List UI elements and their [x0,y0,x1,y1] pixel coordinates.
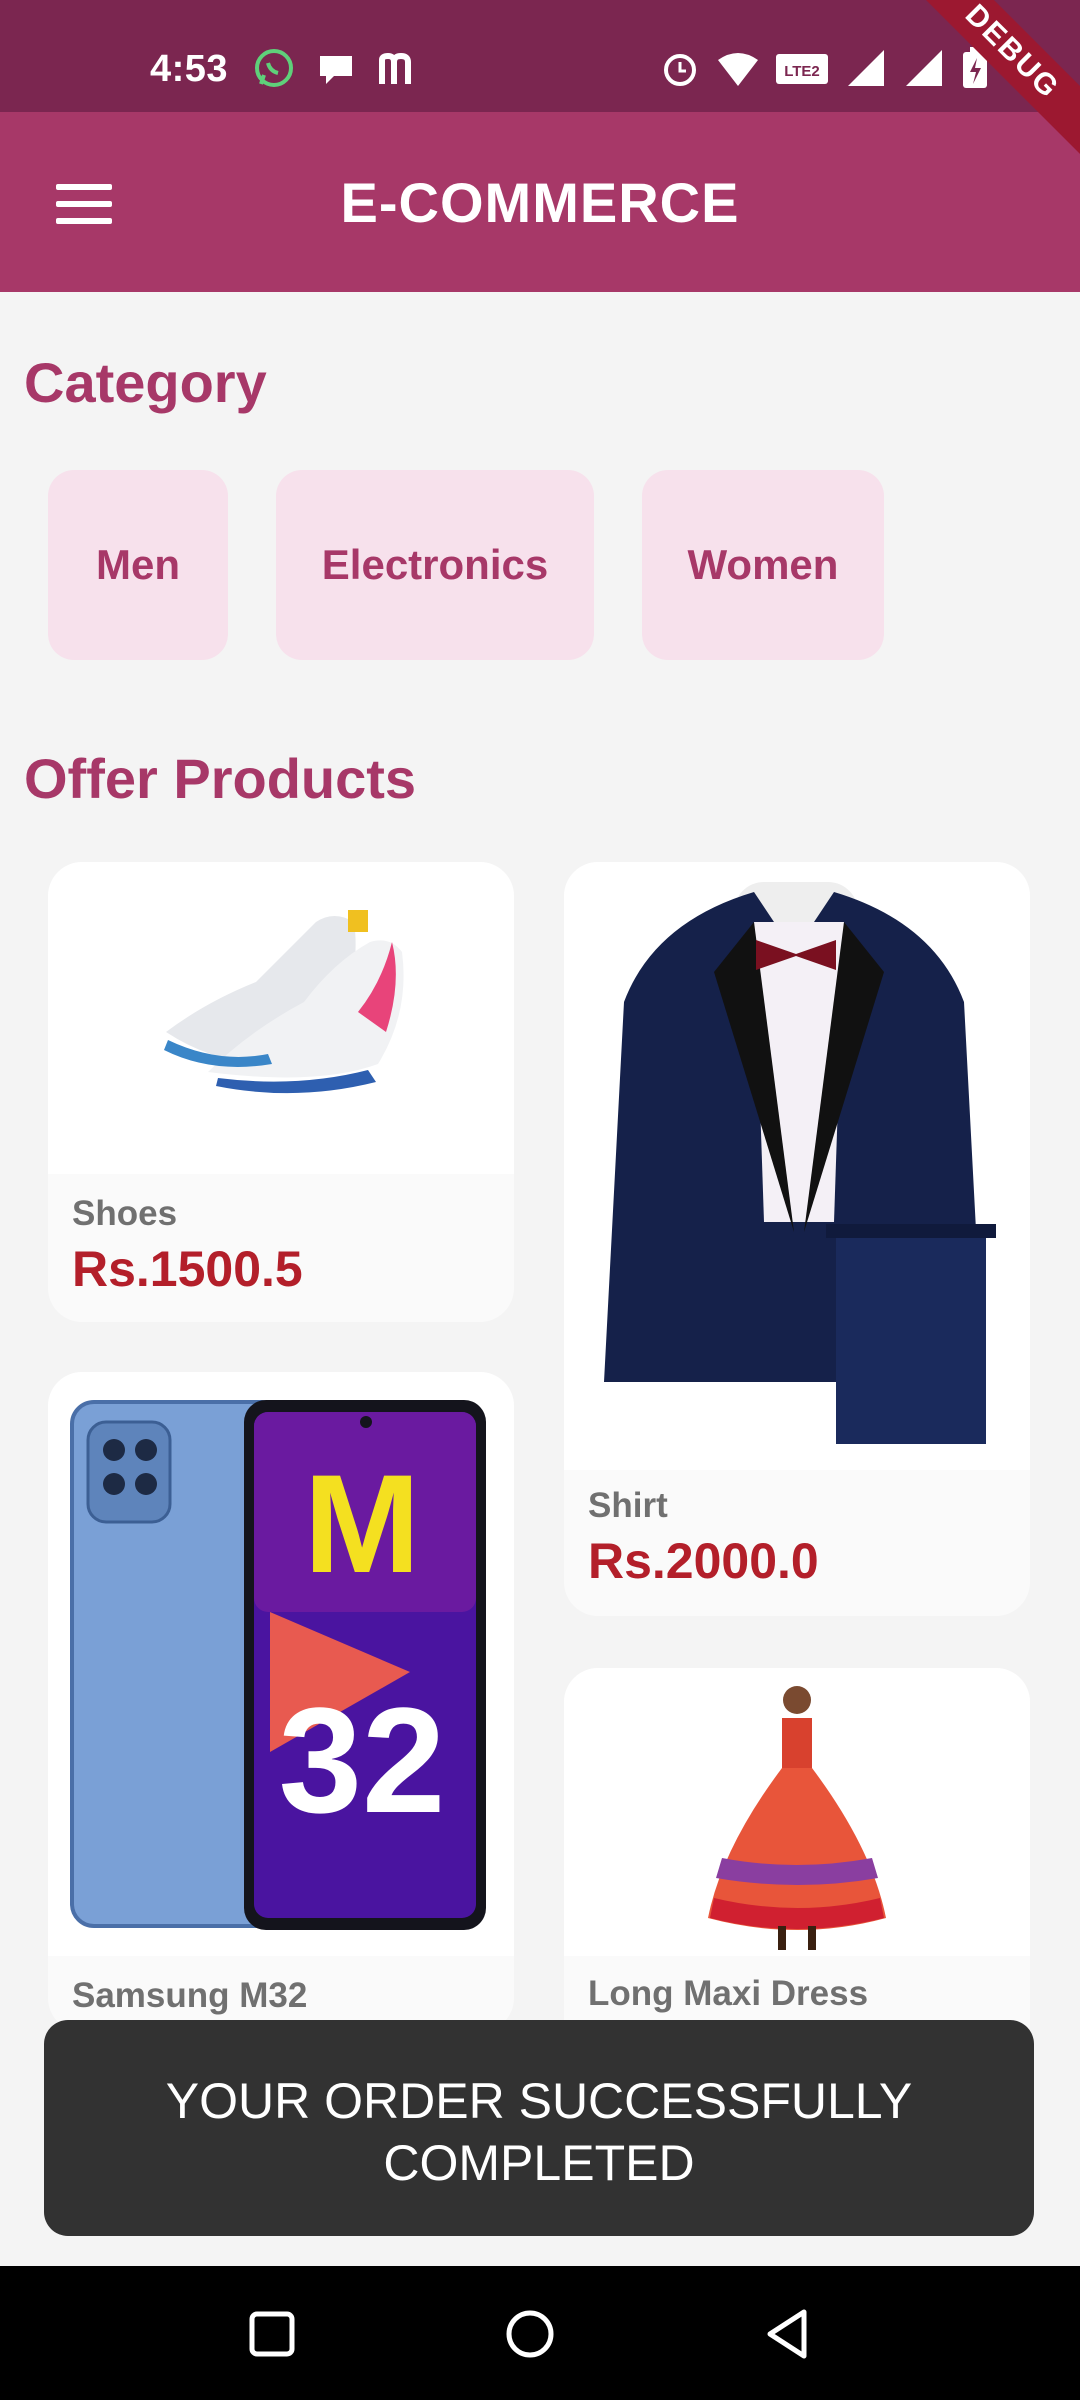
alarm-icon [664,54,696,86]
offer-products-title: Offer Products [24,747,417,810]
product-image-long-maxi-dress [564,1668,1030,1956]
svg-text:M: M [304,1445,421,1602]
product-price: Rs.2000.0 [588,1533,819,1589]
system-nav-bar [0,2266,1080,2400]
recent-apps-icon[interactable] [242,2304,302,2364]
volte-icon: LTE2 [776,54,828,84]
product-card-samsung-m32[interactable]: M 32 Samsung M32 [48,1372,514,2032]
signal-icon [906,50,942,86]
status-time: 4:53 [150,48,229,90]
product-card-shirt[interactable]: Shirt Rs.2000.0 [564,862,1030,1616]
product-name: Shoes [72,1194,178,1233]
product-image-samsung-m32: M 32 [48,1372,514,1956]
order-success-toast: YOUR ORDER SUCCESSFULLY COMPLETED [44,2020,1034,2236]
svg-text:32: 32 [279,1676,446,1844]
product-image-shirt [564,862,1030,1470]
app-title: E-COMMERCE [340,171,740,234]
signal-icon [848,50,884,86]
chat-bubble-icon [320,56,352,84]
category-chip-electronics[interactable]: Electronics [276,470,594,660]
product-name: Shirt [588,1486,668,1525]
status-left-icons [252,46,420,90]
m-logo-icon [379,52,411,84]
app-bar: E-COMMERCE [0,112,1080,292]
product-image-shoes [48,862,514,1174]
wifi-icon [718,53,758,86]
svg-text:LTE2: LTE2 [784,63,820,80]
status-bar: 4:53 LTE2 DEBUG [0,0,1080,161]
product-name: Samsung M32 [72,1976,308,2015]
category-title: Category [24,351,267,414]
whatsapp-icon [255,49,293,87]
category-chip-men[interactable]: Men [48,470,228,660]
product-price: Rs.1500.5 [72,1241,303,1297]
product-card-shoes[interactable]: Shoes Rs.1500.5 [48,862,514,1322]
toast-message-line1: YOUR ORDER SUCCESSFULLY [165,2073,913,2129]
home-icon[interactable] [500,2304,560,2364]
status-right-icons: LTE2 [658,46,990,90]
category-chip-women[interactable]: Women [642,470,884,660]
toast-message-line2: COMPLETED [383,2135,695,2191]
product-name: Long Maxi Dress [588,1974,869,2013]
back-icon[interactable] [758,2304,818,2364]
